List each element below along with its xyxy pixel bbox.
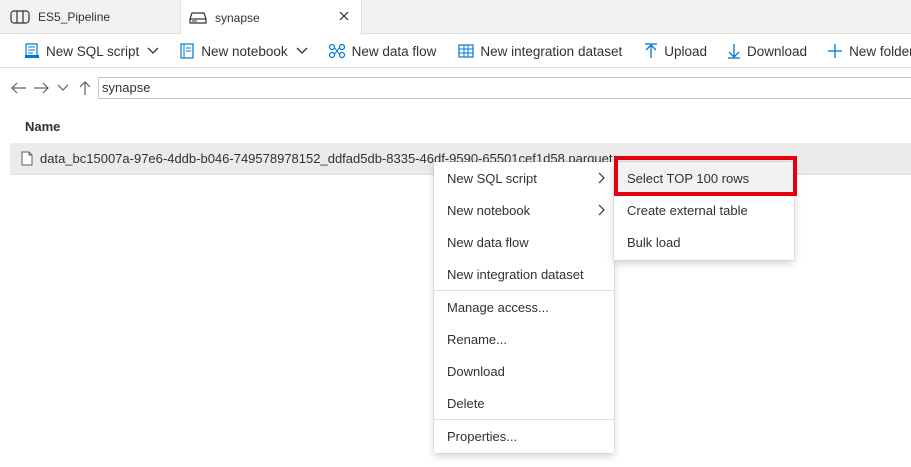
toolbar: New SQL script New notebook New data flo… [0, 35, 911, 68]
menu-item-label: Rename... [447, 331, 507, 347]
data-flow-icon [328, 43, 346, 59]
path-input[interactable]: synapse [98, 77, 911, 99]
close-icon[interactable] [337, 9, 351, 23]
new-integration-dataset-label: New integration dataset [480, 43, 623, 59]
up-arrow-icon[interactable] [74, 77, 96, 99]
chevron-down-icon [147, 47, 159, 55]
name-column-header[interactable]: Name [25, 119, 60, 134]
storage-icon [189, 11, 207, 25]
menu-item-label: New data flow [447, 234, 529, 250]
new-folder-label: New folder [849, 43, 911, 59]
download-label: Download [747, 43, 808, 59]
tab-label: ES5_Pipeline [38, 10, 111, 24]
pipeline-icon [10, 10, 30, 24]
tab-synapse[interactable]: synapse [181, 0, 362, 35]
address-bar: synapse [0, 74, 911, 102]
menu-item-label: New SQL script [447, 170, 537, 186]
menu-item-new-sql-script[interactable]: New SQL script [434, 162, 614, 194]
chevron-right-icon [598, 204, 606, 219]
menu-item-manage-access[interactable]: Manage access... [434, 291, 614, 323]
chevron-down-icon [296, 47, 308, 55]
submenu-item-label: Create external table [627, 202, 748, 218]
menu-item-rename[interactable]: Rename... [434, 323, 614, 355]
menu-item-new-integration-dataset[interactable]: New integration dataset [434, 258, 614, 290]
download-icon [727, 43, 741, 59]
submenu-item-label: Bulk load [627, 234, 681, 250]
file-icon [21, 151, 33, 166]
forward-arrow-icon[interactable] [30, 77, 52, 99]
tab-es5-pipeline[interactable]: ES5_Pipeline [0, 0, 181, 34]
highlight-annotation [614, 156, 797, 196]
chevron-down-icon[interactable] [52, 77, 74, 99]
plus-icon [827, 43, 843, 59]
menu-item-label: New integration dataset [447, 266, 584, 282]
menu-item-label: Properties... [447, 428, 518, 444]
menu-item-download[interactable]: Download [434, 355, 614, 387]
menu-item-new-data-flow[interactable]: New data flow [434, 226, 614, 258]
upload-icon [644, 43, 658, 59]
chevron-right-icon [598, 172, 606, 187]
upload-button[interactable]: Upload [640, 37, 711, 65]
submenu-item-bulk-load[interactable]: Bulk load [614, 226, 794, 258]
menu-item-new-notebook[interactable]: New notebook [434, 194, 614, 226]
new-data-flow-label: New data flow [351, 43, 437, 59]
new-integration-dataset-button[interactable]: New integration dataset [454, 37, 626, 65]
new-notebook-button[interactable]: New notebook [175, 37, 311, 65]
new-sql-script-button[interactable]: New SQL script [20, 37, 163, 65]
dataset-table-icon [458, 43, 474, 59]
sql-script-icon [24, 43, 40, 59]
new-data-flow-button[interactable]: New data flow [324, 37, 441, 65]
menu-item-label: Delete [447, 395, 485, 411]
menu-item-properties[interactable]: Properties... [434, 420, 614, 452]
submenu-item-create-external-table[interactable]: Create external table [614, 194, 794, 226]
tab-bar: ES5_Pipeline synapse [0, 0, 911, 35]
new-folder-button[interactable]: New folder [823, 37, 911, 65]
menu-item-label: Manage access... [447, 299, 549, 315]
notebook-icon [179, 43, 195, 59]
new-notebook-label: New notebook [201, 43, 288, 59]
menu-item-label: Download [447, 363, 505, 379]
new-sql-script-label: New SQL script [46, 43, 140, 59]
back-arrow-icon[interactable] [8, 77, 30, 99]
download-button[interactable]: Download [723, 37, 811, 65]
upload-label: Upload [664, 43, 708, 59]
tab-label: synapse [215, 10, 260, 25]
context-menu: New SQL script New notebook New data flo… [434, 162, 614, 453]
menu-item-label: New notebook [447, 202, 531, 218]
menu-item-delete[interactable]: Delete [434, 387, 614, 419]
